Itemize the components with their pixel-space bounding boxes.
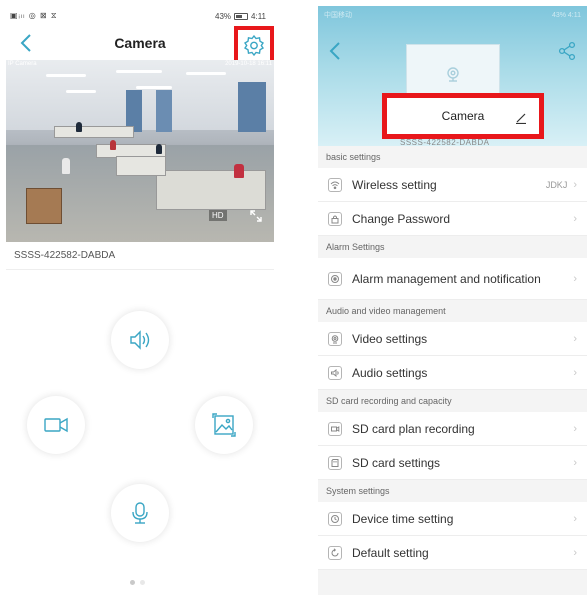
record-video-icon [44, 417, 68, 433]
row-wireless-setting[interactable]: Wireless setting JDKJ › [318, 168, 587, 202]
battery-icon [234, 12, 249, 20]
section-system-settings: System settings [318, 480, 587, 502]
section-audio-video: Audio and video management [318, 300, 587, 322]
video-timestamp: 2019-10-18 16:11 [225, 61, 272, 67]
row-device-time-setting[interactable]: Device time setting › [318, 502, 587, 536]
page-indicator [130, 580, 145, 585]
camera-icon [328, 331, 342, 346]
camera-name-field[interactable]: Camera [382, 93, 544, 139]
device-id: SSSS-422582-DABDA [6, 242, 274, 270]
nav-bar: Camera [6, 26, 274, 64]
row-label: SD card settings [352, 455, 441, 470]
wifi-icon [328, 177, 342, 192]
sd-card-icon [328, 455, 342, 470]
chevron-right-icon: › [573, 422, 577, 435]
live-video-feed[interactable]: IP Camera 2019-10-18 16:11 HD [6, 60, 274, 242]
chevron-right-icon: › [573, 456, 577, 469]
audio-icon [328, 365, 342, 380]
section-sd-card: SD card recording and capacity [318, 390, 587, 412]
camera-name: Camera [441, 109, 485, 123]
chevron-right-icon: › [573, 546, 577, 559]
row-label: Change Password [352, 211, 451, 226]
row-label: Device time setting [352, 511, 454, 526]
share-icon[interactable] [557, 40, 577, 62]
row-default-setting[interactable]: Default setting › [318, 536, 587, 570]
gear-icon [244, 34, 264, 56]
row-label: Alarm management and notification [352, 271, 541, 286]
section-basic-settings: basic settings [318, 146, 587, 168]
fullscreen-icon[interactable] [248, 208, 264, 224]
speaker-button[interactable] [111, 311, 169, 369]
back-arrow-icon[interactable] [16, 32, 38, 54]
record-video-button[interactable] [27, 396, 85, 454]
carrier: 中国移动 [324, 12, 352, 19]
microphone-button[interactable] [111, 484, 169, 542]
status-icons: ▣ᵢₗₗ ◎ ⊠ ⧖ [10, 11, 58, 20]
row-alarm-management[interactable]: Alarm management and notification › [318, 258, 587, 300]
section-alarm-settings: Alarm Settings [318, 236, 587, 258]
row-label: Wireless setting [352, 177, 437, 192]
lock-icon [328, 211, 342, 226]
camera-live-screen: ▣ᵢₗₗ ◎ ⊠ ⧖ 43% 4:11 Camera IP Camera 201… [6, 6, 274, 589]
chevron-right-icon: › [573, 178, 577, 191]
edit-pencil-icon[interactable] [515, 112, 527, 124]
speaker-icon [130, 330, 150, 350]
camera-watermark: IP Camera [8, 61, 37, 67]
device-id-subtitle: SSSS-422582-DABDA [400, 138, 490, 147]
camera-settings-screen: 中国移动 43% 4:11 Camera SSSS-422582-DABDA b… [318, 6, 587, 595]
row-sd-plan-recording[interactable]: SD card plan recording › [318, 412, 587, 446]
clock-icon [328, 511, 342, 526]
wifi-network-value: JDKJ [545, 179, 568, 190]
row-sd-card-settings[interactable]: SD card settings › [318, 446, 587, 480]
status-bar: 中国移动 43% 4:11 [318, 6, 587, 24]
hd-quality-button[interactable]: HD [209, 210, 227, 221]
chevron-right-icon: › [573, 332, 577, 345]
chevron-right-icon: › [573, 272, 577, 285]
settings-button[interactable] [234, 26, 274, 64]
camera-device-icon [447, 67, 459, 82]
row-audio-settings[interactable]: Audio settings › [318, 356, 587, 390]
battery-and-time: 43% 4:11 [551, 11, 581, 19]
chevron-right-icon: › [573, 212, 577, 225]
reset-icon [328, 545, 342, 560]
status-bar: ▣ᵢₗₗ ◎ ⊠ ⧖ 43% 4:11 [6, 6, 274, 26]
snapshot-icon [212, 413, 236, 437]
clock: 4:11 [251, 11, 266, 21]
row-label: Video settings [352, 331, 428, 346]
record-icon [328, 421, 342, 436]
chevron-right-icon: › [573, 366, 577, 379]
battery-percent: 43% [215, 11, 232, 21]
alarm-icon [328, 271, 342, 286]
page-title: Camera [114, 35, 166, 51]
row-change-password[interactable]: Change Password › [318, 202, 587, 236]
row-label: SD card plan recording [352, 421, 475, 436]
snapshot-button[interactable] [195, 396, 253, 454]
chevron-right-icon: › [573, 512, 577, 525]
row-video-settings[interactable]: Video settings › [318, 322, 587, 356]
row-label: Default setting [352, 545, 429, 560]
row-label: Audio settings [352, 365, 428, 380]
microphone-icon [132, 502, 148, 524]
back-arrow-icon[interactable] [326, 40, 346, 62]
settings-header: 中国移动 43% 4:11 Camera SSSS-422582-DABDA [318, 6, 587, 147]
